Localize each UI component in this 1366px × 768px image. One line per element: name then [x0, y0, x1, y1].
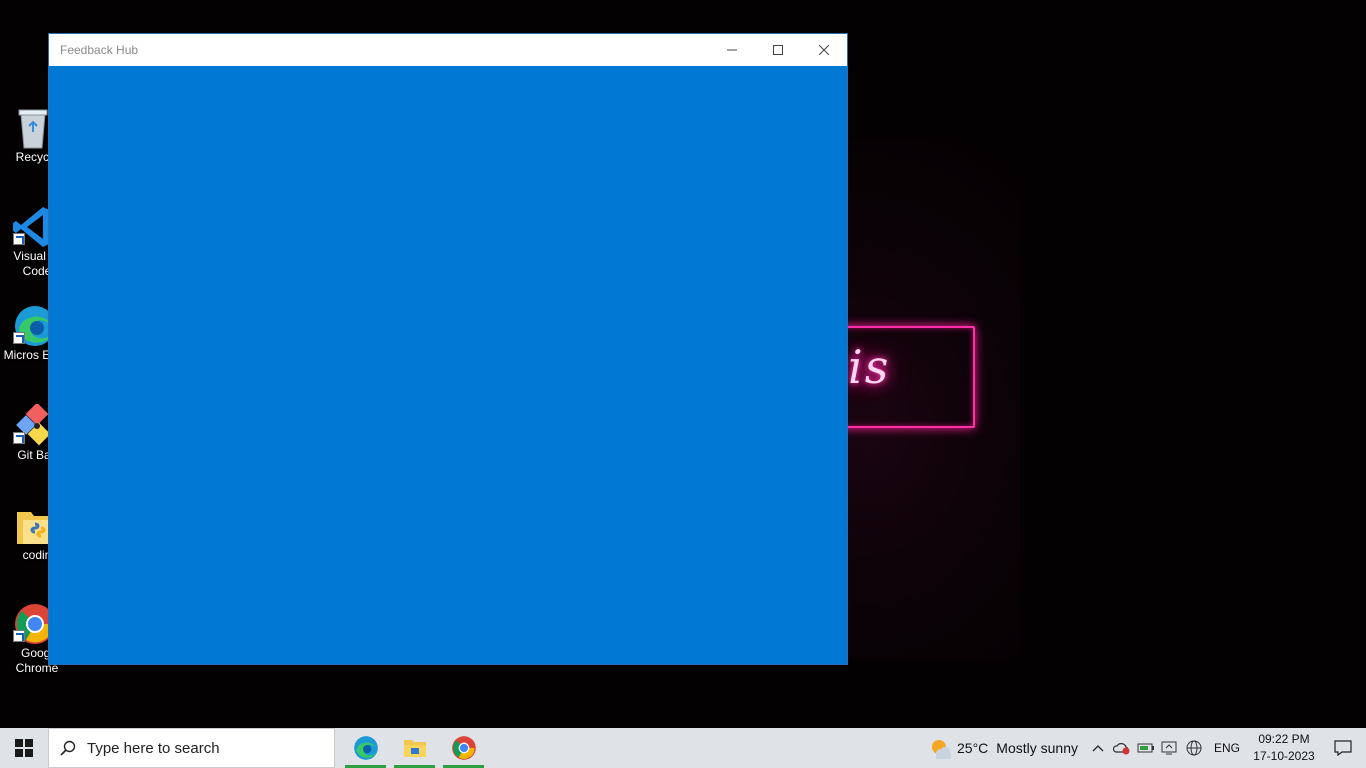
taskbar-chrome-button[interactable]: [439, 728, 488, 768]
shortcut-arrow-icon: [13, 332, 25, 344]
minimize-button[interactable]: [709, 34, 755, 66]
search-icon: [49, 740, 87, 756]
shortcut-arrow-icon: [13, 233, 25, 245]
onedrive-error-icon: [1112, 743, 1130, 755]
edge-icon: [353, 736, 378, 760]
maximize-icon: [773, 45, 783, 55]
folder-icon: [13, 504, 53, 544]
window-controls: [709, 34, 847, 66]
chevron-up-icon: [1092, 745, 1104, 752]
globe-network-icon: [1186, 740, 1202, 756]
feedback-hub-window[interactable]: Feedback Hub: [48, 33, 848, 665]
file-explorer-icon: [403, 740, 426, 757]
weather-temperature: 25°C: [957, 740, 989, 756]
chrome-icon: [13, 602, 55, 644]
battery-tray-button[interactable]: [1134, 728, 1158, 768]
network-tray-button[interactable]: [1182, 728, 1206, 768]
start-button[interactable]: [0, 728, 48, 768]
taskbar-search-box[interactable]: [48, 728, 335, 768]
shortcut-arrow-icon: [13, 630, 25, 642]
maximize-button[interactable]: [755, 34, 801, 66]
app-splash-content: [49, 66, 847, 664]
search-input[interactable]: [87, 739, 317, 757]
action-center-button[interactable]: [1320, 728, 1366, 768]
windows-logo-icon: [15, 739, 33, 757]
clock-time: 09:22 PM: [1258, 732, 1310, 746]
vscode-icon: [13, 205, 53, 247]
onedrive-tray-button[interactable]: [1110, 728, 1134, 768]
weather-condition: Mostly sunny: [996, 740, 1078, 756]
window-titlebar[interactable]: Feedback Hub: [49, 34, 847, 66]
taskbar-clock[interactable]: 09:22 PM 17-10-2023: [1248, 731, 1320, 765]
recycle-bin-icon: [13, 106, 53, 149]
show-hidden-icons-button[interactable]: [1086, 728, 1110, 768]
chrome-icon: [451, 736, 476, 760]
battery-charging-icon: [1137, 743, 1154, 753]
git-bash-icon: [13, 402, 53, 446]
edge-icon: [13, 304, 55, 346]
input-language-indicator[interactable]: ENG: [1206, 741, 1248, 755]
shortcut-arrow-icon: [13, 432, 25, 444]
system-tray: 25°C Mostly sunny ENG 09:22 PM 17-10-202…: [929, 728, 1366, 768]
weather-widget[interactable]: 25°C Mostly sunny: [929, 728, 1086, 768]
window-title: Feedback Hub: [60, 43, 139, 57]
minimize-icon: [727, 49, 737, 51]
taskbar-edge-button[interactable]: [341, 728, 390, 768]
taskbar: 25°C Mostly sunny ENG 09:22 PM 17-10-202…: [0, 728, 1366, 768]
close-icon: [819, 45, 829, 55]
monitor-icon: [1161, 741, 1177, 755]
close-button[interactable]: [801, 34, 847, 66]
display-tray-button[interactable]: [1158, 728, 1182, 768]
clock-date: 17-10-2023: [1253, 749, 1315, 763]
neon-sign-text: is: [848, 340, 891, 394]
weather-sun-cloud-icon: [932, 740, 951, 759]
notification-icon: [1334, 740, 1352, 756]
taskbar-file-explorer-button[interactable]: [390, 728, 439, 768]
